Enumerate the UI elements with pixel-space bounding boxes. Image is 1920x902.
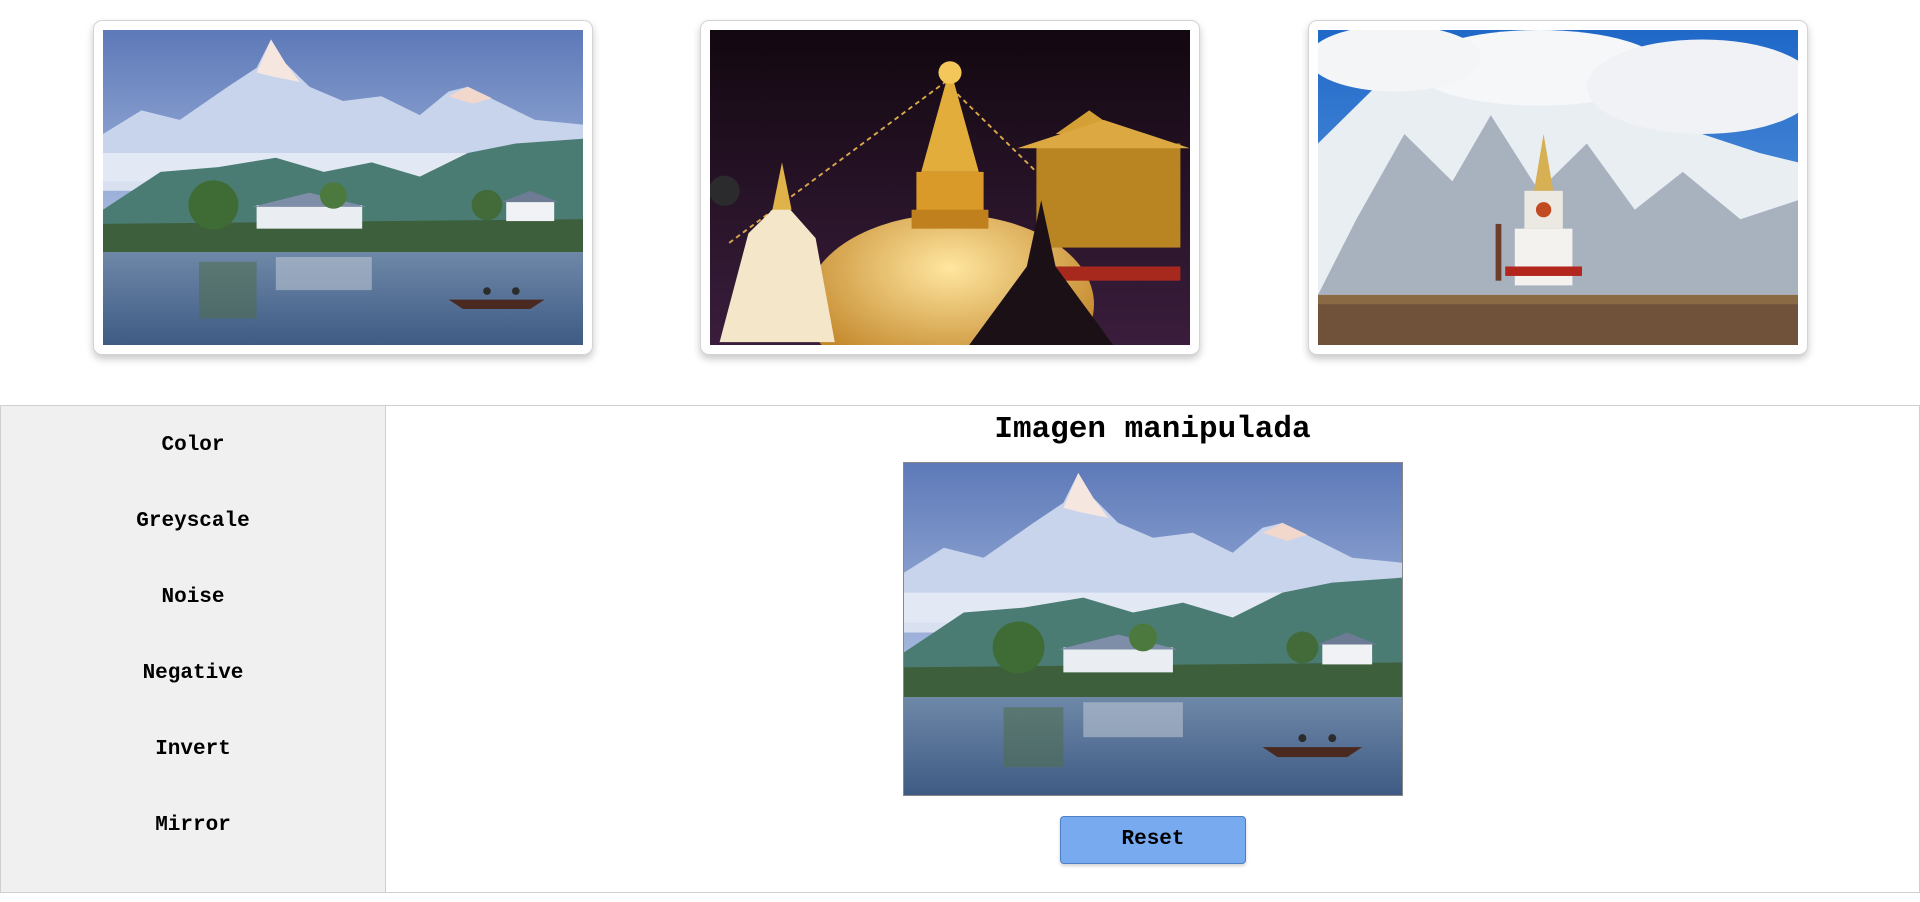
- thumbnail-golden-stupa[interactable]: [700, 20, 1200, 355]
- filter-mirror-button[interactable]: Mirror: [1, 806, 385, 846]
- golden-stupa-image: [710, 30, 1190, 345]
- filter-color-button[interactable]: Color: [1, 426, 385, 466]
- page-title: Imagen manipulada: [994, 412, 1311, 447]
- thumbnail-snow-peak[interactable]: [1308, 20, 1808, 355]
- filter-negative-button[interactable]: Negative: [1, 654, 385, 694]
- image-gallery: [0, 0, 1920, 405]
- filter-sidebar: Color Greyscale Noise Negative Invert Mi…: [1, 406, 386, 892]
- filter-greyscale-button[interactable]: Greyscale: [1, 502, 385, 542]
- manipulated-mountain-lake-image: [904, 463, 1402, 795]
- thumbnail-mountain-lake[interactable]: [93, 20, 593, 355]
- manipulated-image: [903, 462, 1403, 796]
- reset-button[interactable]: Reset: [1060, 816, 1246, 864]
- filter-invert-button[interactable]: Invert: [1, 730, 385, 770]
- editor-workspace: Color Greyscale Noise Negative Invert Mi…: [0, 405, 1920, 893]
- snow-peak-image: [1318, 30, 1798, 345]
- mountain-lake-image: [103, 30, 583, 345]
- result-panel: Imagen manipulada Reset: [386, 406, 1919, 892]
- filter-noise-button[interactable]: Noise: [1, 578, 385, 618]
